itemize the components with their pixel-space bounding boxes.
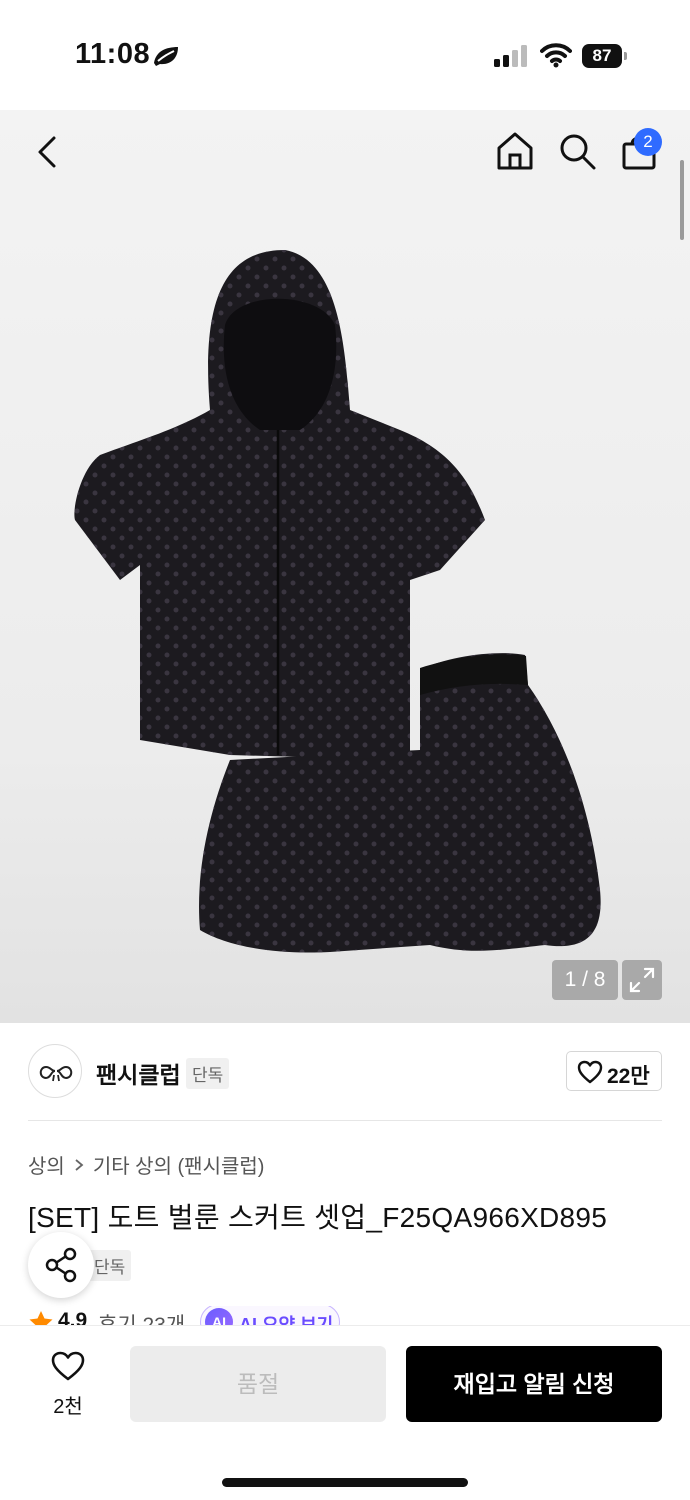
- brand-logo[interactable]: [28, 1044, 82, 1098]
- chevron-right-icon: [75, 1158, 84, 1171]
- review-count[interactable]: 후기 23개: [98, 1309, 185, 1326]
- status-time: 11:08: [75, 38, 151, 70]
- ai-summary-button[interactable]: AI AI 요약 보기: [200, 1306, 340, 1326]
- breadcrumb-category[interactable]: 상의: [28, 1150, 65, 1179]
- wifi-icon: [540, 43, 572, 68]
- heart-icon: [51, 1351, 85, 1381]
- brand-row: 팬시클럽 단독 22만: [28, 1040, 662, 1104]
- brand-like-count: 22만: [607, 1065, 650, 1088]
- ai-badge: AI: [205, 1308, 233, 1326]
- rating-row: 4.9 후기 23개 AI AI 요약 보기: [28, 1306, 428, 1326]
- restock-alert-button[interactable]: 재입고 알림 신청: [406, 1346, 662, 1422]
- home-icon[interactable]: [494, 130, 536, 172]
- search-icon[interactable]: [556, 130, 598, 172]
- product-title: [SET] 도트 벌룬 스커트 셋업_F25QA966XD895: [28, 1202, 608, 1233]
- breadcrumb: 상의 기타 상의 (팬시클럽): [28, 1150, 264, 1179]
- heart-icon: [577, 1060, 603, 1084]
- image-counter: 1 / 8: [552, 960, 618, 1000]
- wishlist-count: 2천: [53, 1396, 83, 1418]
- expand-icon[interactable]: [622, 960, 662, 1000]
- brand-name[interactable]: 팬시클럽: [96, 1056, 181, 1090]
- product-image[interactable]: [0, 110, 690, 1023]
- home-indicator: [222, 1478, 468, 1487]
- status-bar: 11:08 87: [0, 0, 690, 110]
- scrollbar[interactable]: [680, 160, 684, 240]
- bottom-action-bar: 2천 품절 재입고 알림 신청: [0, 1325, 690, 1500]
- ai-summary-label: AI 요약 보기: [239, 1315, 334, 1326]
- divider: [28, 1120, 662, 1121]
- back-arrow-icon[interactable]: [28, 132, 68, 172]
- star-icon: [29, 1311, 53, 1326]
- wishlist-button[interactable]: 2천: [28, 1348, 108, 1424]
- breadcrumb-subcategory[interactable]: 기타 상의 (팬시클럽): [93, 1150, 265, 1179]
- product-photo-illustration: [74, 250, 601, 953]
- soldout-button[interactable]: 품절: [130, 1346, 386, 1422]
- leaf-icon: [154, 47, 178, 66]
- share-icon: [45, 1247, 77, 1283]
- brand-like-button[interactable]: 22만: [566, 1051, 662, 1091]
- cart-count-badge: 2: [634, 128, 662, 156]
- top-navigation: [0, 110, 690, 194]
- share-button[interactable]: [28, 1232, 94, 1298]
- product-exclusive-tag: 단독: [88, 1250, 132, 1281]
- signal-icon: [494, 45, 527, 67]
- rating-value: 4.9: [58, 1309, 88, 1326]
- battery-indicator: 87: [582, 44, 628, 68]
- exclusive-tag: 단독: [186, 1058, 230, 1089]
- battery-level: 87: [582, 44, 622, 68]
